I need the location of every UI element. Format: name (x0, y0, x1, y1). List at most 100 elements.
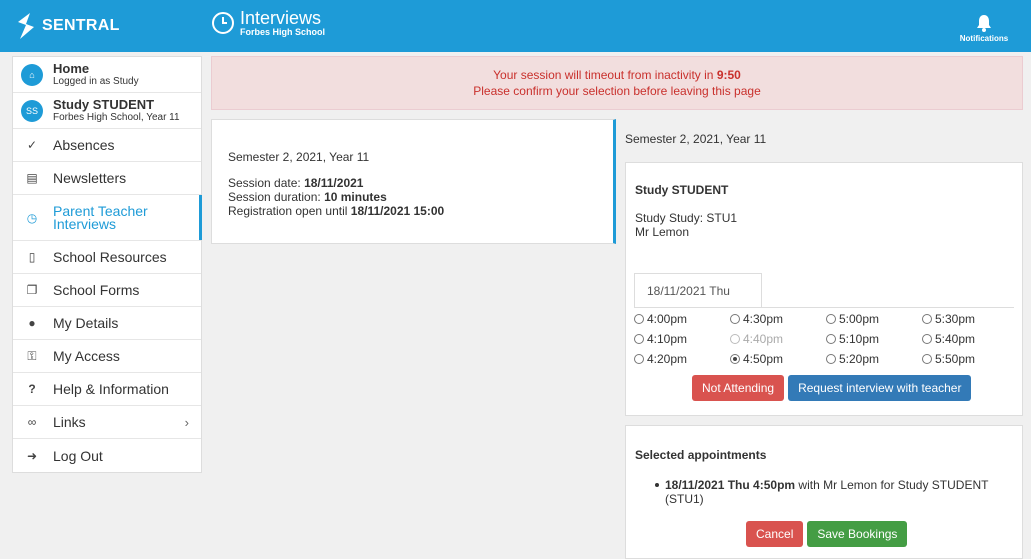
slot-radio[interactable]: 5:40pm (922, 332, 1018, 346)
sidebar: ⌂ Home Logged in as Study SS Study STUDE… (12, 56, 202, 473)
booking-teacher: Mr Lemon (635, 225, 690, 239)
selected-appointments-card: Selected appointments 18/11/2021 Thu 4:5… (625, 425, 1023, 559)
timeout-countdown: 9:50 (716, 68, 741, 82)
student-avatar: SS (21, 99, 43, 122)
slot-row: 4:10pm 4:40pm 5:10pm 5:40pm (634, 329, 1018, 349)
sidebar-item-home[interactable]: ⌂ Home Logged in as Study (13, 57, 201, 93)
check-icon: ✓ (26, 138, 38, 152)
booking-subject: Study Study: STU1 (635, 211, 738, 225)
brand-name: SENTRAL (42, 17, 120, 34)
sidebar-item-links[interactable]: ∞ Links › (13, 406, 201, 439)
slot-radio[interactable]: 5:00pm (826, 312, 922, 326)
cancel-button[interactable]: Cancel (746, 521, 804, 547)
time-slots: 4:00pm 4:30pm 5:00pm 5:30pm 4:10pm 4:40p… (634, 309, 1018, 369)
key-icon: ⚿ (27, 348, 37, 363)
registration-open: Registration open until 18/11/2021 15:00 (228, 204, 597, 218)
radio-icon (922, 314, 932, 324)
brand[interactable]: SENTRAL (14, 12, 120, 40)
slot-label: 4:30pm (743, 312, 784, 326)
user-icon: ● (28, 316, 36, 330)
notifications-button[interactable]: Notifications (959, 14, 1009, 43)
booking-card: Study STUDENT Study Study: STU1 Mr Lemon… (625, 162, 1023, 416)
slot-radio-disabled: 4:40pm (730, 332, 826, 346)
sidebar-item-newsletters[interactable]: ▤ Newsletters (13, 162, 201, 195)
app-header: Interviews Forbes High School (212, 8, 326, 37)
slot-row: 4:00pm 4:30pm 5:00pm 5:30pm (634, 309, 1018, 329)
bell-icon (977, 15, 991, 32)
sidebar-item-label: Log Out (53, 447, 103, 464)
slot-label: 4:10pm (647, 332, 688, 346)
tab-day[interactable]: 18/11/2021 Thu (634, 273, 762, 307)
radio-icon (730, 334, 740, 344)
timeout-banner: Your session will timeout from inactivit… (211, 56, 1023, 110)
session-date-label: Session date: (228, 176, 301, 190)
slot-label: 5:40pm (935, 332, 976, 346)
sidebar-item-parent-teacher-interviews[interactable]: ◷ Parent Teacher Interviews (13, 195, 202, 241)
session-duration: Session duration: 10 minutes (228, 190, 597, 204)
sidebar-item-school-forms[interactable]: ❐ School Forms (13, 274, 201, 307)
radio-icon (634, 314, 644, 324)
registration-label: Registration open until (228, 204, 348, 218)
not-attending-button[interactable]: Not Attending (692, 375, 785, 401)
sidebar-item-school-resources[interactable]: ▯ School Resources (13, 241, 201, 274)
slot-radio[interactable]: 4:30pm (730, 312, 826, 326)
timeout-text: Your session will timeout from inactivit… (493, 68, 714, 82)
booking-student: Study STUDENT (635, 183, 729, 197)
booking-actions: Not Attending Request interview with tea… (692, 375, 975, 401)
slot-label: 5:00pm (839, 312, 880, 326)
slot-radio[interactable]: 4:00pm (634, 312, 730, 326)
radio-icon (922, 334, 932, 344)
slot-label: 4:20pm (647, 352, 688, 366)
slot-radio[interactable]: 5:30pm (922, 312, 1018, 326)
slot-label: 5:50pm (935, 352, 976, 366)
session-date: Session date: 18/11/2021 (228, 176, 597, 190)
sidebar-item-label: Parent Teacher Interviews (53, 202, 148, 232)
registration-value: 18/11/2021 15:00 (350, 204, 445, 218)
slot-row: 4:20pm 4:50pm 5:20pm 5:50pm (634, 349, 1018, 369)
slot-radio[interactable]: 5:20pm (826, 352, 922, 366)
radio-icon (826, 334, 836, 344)
home-title: Home (53, 60, 90, 76)
session-date-value: 18/11/2021 (304, 176, 364, 190)
sidebar-item-my-details[interactable]: ● My Details (13, 307, 201, 340)
radio-icon (826, 354, 836, 364)
student-school: Forbes High School, Year 11 (53, 111, 180, 123)
sidebar-item-absences[interactable]: ✓ Absences (13, 129, 201, 162)
logout-icon: ➜ (26, 448, 38, 463)
newspaper-icon: ▤ (26, 171, 38, 185)
sidebar-item-label: Links (53, 414, 86, 430)
slot-label: 5:20pm (839, 352, 880, 366)
sidebar-item-my-access[interactable]: ⚿ My Access (13, 340, 201, 373)
home-icon: ⌂ (21, 63, 43, 86)
slot-radio[interactable]: 4:20pm (634, 352, 730, 366)
slot-label: 5:30pm (935, 312, 976, 326)
selected-heading: Selected appointments (635, 448, 767, 462)
chevron-right-icon: › (184, 414, 189, 430)
sidebar-item-label: My Access (53, 348, 120, 364)
sidebar-item-label: My Details (53, 315, 119, 331)
radio-icon (634, 354, 644, 364)
slot-radio[interactable]: 4:10pm (634, 332, 730, 346)
sidebar-item-help[interactable]: ? Help & Information (13, 373, 201, 406)
slot-radio[interactable]: 5:10pm (826, 332, 922, 346)
sidebar-item-log-out[interactable]: ➜ Log Out (13, 439, 201, 472)
slot-label: 4:40pm (743, 332, 784, 346)
sidebar-item-student[interactable]: SS Study STUDENT Forbes High School, Yea… (13, 93, 201, 129)
slot-radio-selected[interactable]: 4:50pm (730, 352, 826, 366)
sidebar-item-label: Absences (53, 137, 115, 153)
slot-label: 4:50pm (743, 352, 784, 366)
session-heading: Semester 2, 2021, Year 11 (228, 150, 370, 164)
app-subtitle: Forbes High School (240, 27, 326, 37)
slot-radio[interactable]: 5:50pm (922, 352, 1018, 366)
save-bookings-button[interactable]: Save Bookings (807, 521, 908, 547)
selected-actions: Cancel Save Bookings (746, 521, 911, 547)
session-duration-value: 10 minutes (324, 190, 387, 204)
notifications-label: Notifications (959, 34, 1009, 43)
sidebar-item-label: Newsletters (53, 170, 127, 186)
home-subtitle: Logged in as Study (53, 75, 139, 87)
request-interview-button[interactable]: Request interview with teacher (788, 375, 972, 401)
folder-icon: ▯ (28, 250, 36, 264)
timeout-line: Your session will timeout from inactivit… (212, 67, 1022, 83)
appointment-time: 18/11/2021 Thu 4:50pm (665, 478, 796, 492)
app-title: Interviews (240, 8, 322, 28)
